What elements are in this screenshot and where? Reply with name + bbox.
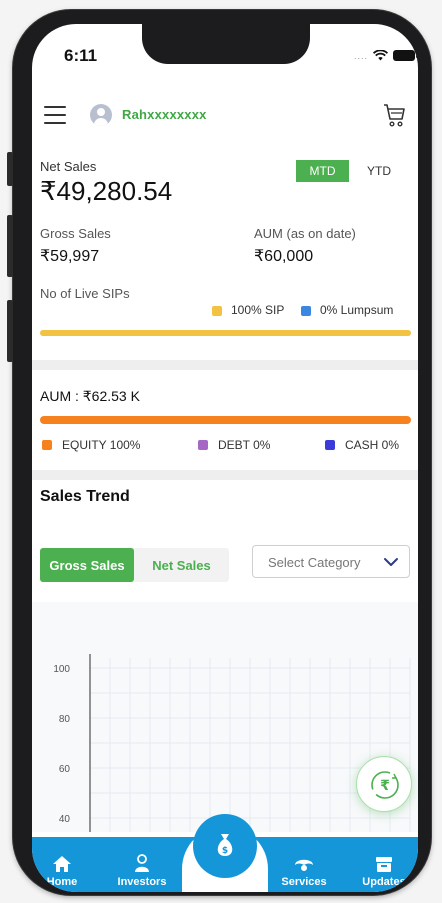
phone-volume-up (7, 215, 13, 277)
section-divider (32, 360, 418, 370)
chevron-down-icon (384, 558, 398, 566)
sip-swatch (212, 306, 222, 316)
battery-icon (393, 50, 418, 61)
sip-bar-fill (40, 330, 411, 336)
nav-item-updates[interactable]: Updates (354, 842, 414, 888)
category-select[interactable]: Select Category (252, 545, 410, 578)
aum-bar (40, 416, 411, 424)
home-icon (53, 856, 71, 872)
debt-swatch (198, 440, 208, 450)
nav-label-services: Services (281, 876, 327, 888)
lumpsum-legend-label: 0% Lumpsum (320, 303, 394, 317)
nav-item-services[interactable]: Services (272, 842, 336, 888)
app-screen: 6:11 .... Rahxxxxxxxx Net Sales ₹49,280.… (32, 24, 418, 892)
center-action-button[interactable]: $ (193, 814, 257, 878)
hamburger-menu-icon[interactable] (44, 106, 66, 124)
aum-value: ₹60,000 (254, 248, 314, 265)
nav-label-updates: Updates (362, 876, 406, 888)
cart-icon[interactable] (382, 102, 406, 128)
equity-legend-label: EQUITY 100% (62, 438, 141, 452)
net-sales-label: Net Sales (40, 159, 97, 174)
chart-y-tick-label: 40 (59, 814, 71, 825)
status-time: 6:11 (64, 46, 98, 65)
lumpsum-swatch (301, 306, 311, 316)
avatar[interactable] (90, 104, 112, 126)
chart-y-tick-label: 100 (53, 664, 70, 675)
svg-text:₹: ₹ (380, 778, 390, 794)
rupee-refresh-icon: ₹ (371, 771, 399, 799)
updates-icon (376, 857, 392, 872)
tab-gross-sales[interactable]: Gross Sales (40, 548, 134, 582)
investors-icon (135, 854, 149, 872)
live-sips-label: No of Live SIPs (40, 286, 130, 301)
sip-bar-track (40, 330, 411, 336)
transact-fab-button[interactable]: ₹ (356, 756, 412, 812)
nav-label-home: Home (46, 876, 78, 888)
nav-item-home[interactable]: Home (40, 842, 84, 888)
chart-y-tick-label: 80 (59, 714, 71, 725)
gross-sales-value: ₹59,997 (40, 248, 100, 265)
signal-icon: .... (354, 50, 369, 61)
cash-swatch (325, 440, 335, 450)
chart-y-tick-label: 60 (59, 764, 71, 775)
wifi-icon (373, 50, 389, 61)
mtd-toggle[interactable]: MTD (296, 160, 349, 182)
status-icons: .... (354, 50, 418, 61)
aum-title: AUM : ₹62.53 K (40, 388, 140, 404)
ytd-toggle[interactable]: YTD (357, 160, 401, 182)
nav-item-investors[interactable]: Investors (110, 842, 174, 888)
category-select-placeholder: Select Category (268, 555, 361, 570)
section-divider (32, 470, 418, 480)
equity-swatch (42, 440, 52, 450)
debt-legend-label: DEBT 0% (218, 438, 271, 452)
notch (142, 24, 310, 64)
net-sales-value: ₹49,280.54 (40, 176, 173, 206)
app-header: Rahxxxxxxxx (32, 102, 418, 132)
phone-side-button (7, 152, 13, 186)
sales-trend-title: Sales Trend (40, 488, 130, 505)
user-name[interactable]: Rahxxxxxxxx (122, 107, 207, 122)
services-icon (295, 859, 313, 871)
money-bag-icon: $ (217, 834, 233, 856)
tab-net-sales[interactable]: Net Sales (134, 548, 229, 582)
aum-label: AUM (as on date) (254, 226, 356, 241)
nav-label-investors: Investors (117, 876, 167, 888)
gross-sales-label: Gross Sales (40, 226, 111, 241)
cash-legend-label: CASH 0% (345, 438, 400, 452)
phone-volume-down (7, 300, 13, 362)
sales-trend-tabs: Gross Sales Net Sales (40, 548, 229, 582)
sip-legend-label: 100% SIP (231, 303, 285, 317)
svg-text:$: $ (222, 846, 228, 856)
